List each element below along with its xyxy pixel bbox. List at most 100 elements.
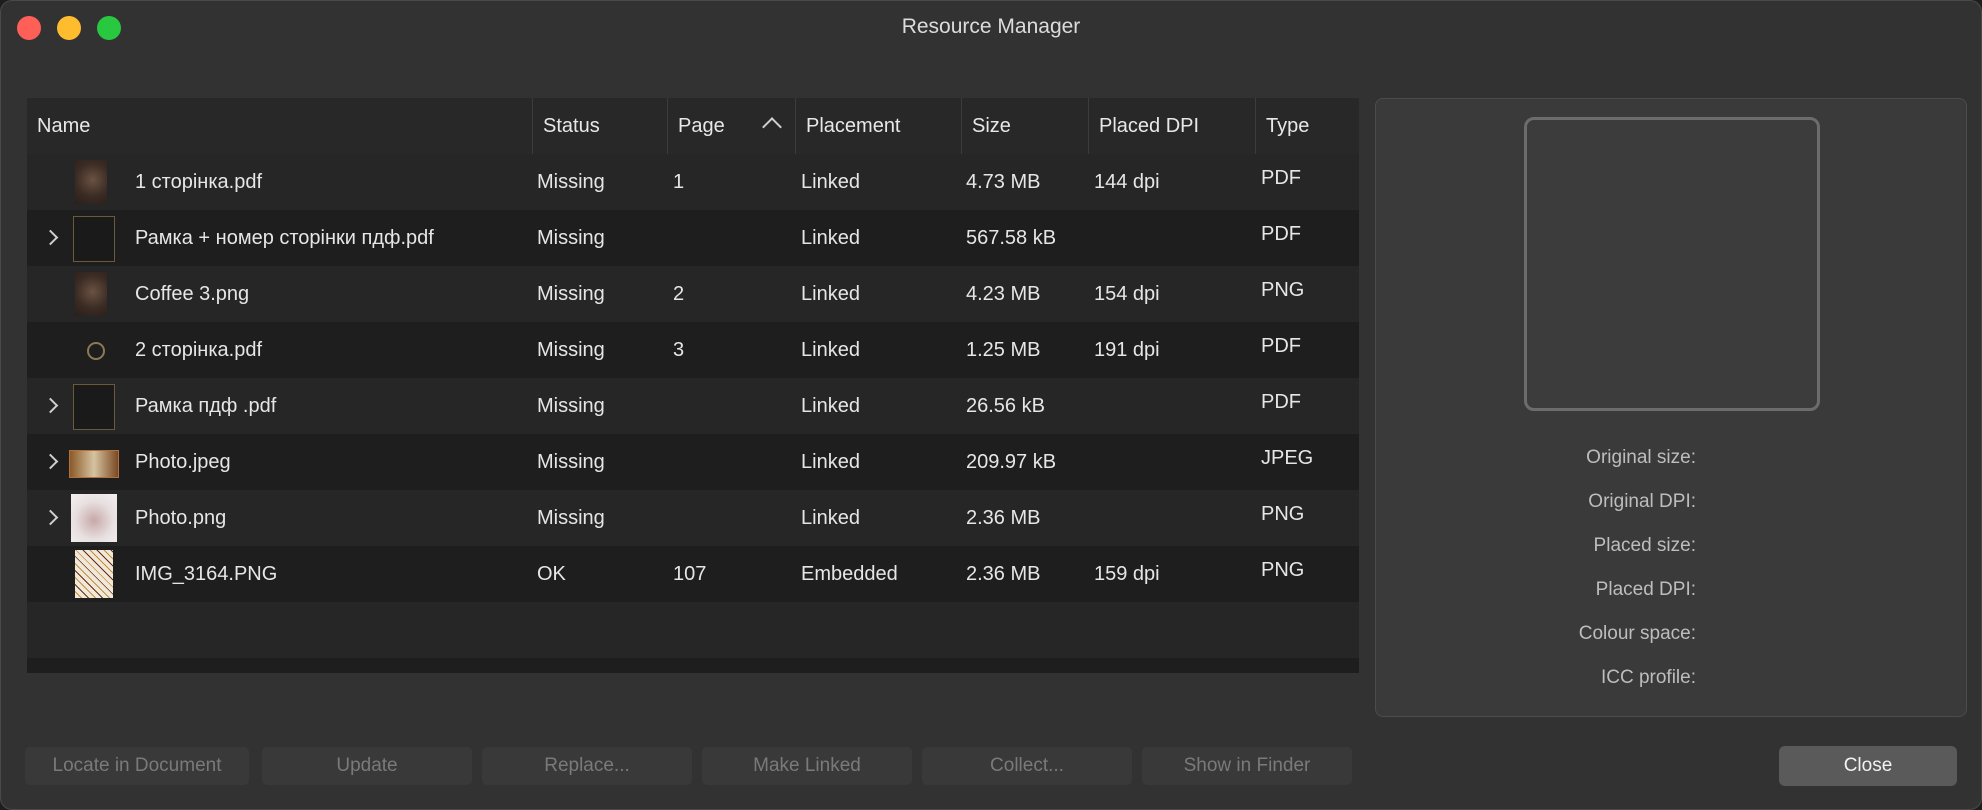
chevron-right-icon[interactable] xyxy=(42,229,59,246)
table-row[interactable]: Рамка + номер сторінки пдф.pdf Missing L… xyxy=(27,210,1359,266)
row-page: 3 xyxy=(673,339,685,361)
row-placement: Linked xyxy=(801,451,860,473)
chevron-right-icon[interactable] xyxy=(42,509,59,526)
row-name: Photo.jpeg xyxy=(135,451,231,473)
close-button[interactable]: Close xyxy=(1779,746,1957,786)
row-placement: Linked xyxy=(801,395,860,417)
row-type: PDF xyxy=(1261,167,1301,189)
column-header-status[interactable]: Status xyxy=(532,98,667,154)
row-page: 2 xyxy=(673,283,685,305)
column-header-status-label: Status xyxy=(543,115,600,137)
update-button[interactable]: Update xyxy=(262,747,472,785)
row-status: Missing xyxy=(537,451,605,473)
collect-button[interactable]: Collect... xyxy=(922,747,1132,785)
column-header-type[interactable]: Type xyxy=(1255,98,1359,154)
row-status: Missing xyxy=(537,227,605,249)
column-header-placed-dpi-label: Placed DPI xyxy=(1099,115,1200,137)
row-status: Missing xyxy=(537,395,605,417)
chevron-up-icon xyxy=(762,117,782,137)
table-row[interactable]: 1 сторінка.pdf Missing 1 Linked 4.73 MB … xyxy=(27,154,1359,210)
row-placed-dpi: 154 dpi xyxy=(1094,283,1160,305)
row-placement: Linked xyxy=(801,283,860,305)
circle-thumbnail xyxy=(87,342,105,360)
row-name: 1 сторінка.pdf xyxy=(135,171,263,193)
row-type: PDF xyxy=(1261,223,1301,245)
frame-thumbnail xyxy=(73,216,115,262)
row-size: 1.25 MB xyxy=(966,339,1041,361)
row-status: OK xyxy=(537,563,566,585)
row-size: 2.36 MB xyxy=(966,507,1041,529)
chevron-right-icon[interactable] xyxy=(42,453,59,470)
row-type: PNG xyxy=(1261,559,1305,581)
img-thumbnail xyxy=(75,550,113,598)
preview-panel: Original size: Original DPI: Placed size… xyxy=(1375,98,1967,717)
row-name: Рамка + номер сторінки пдф.pdf xyxy=(135,227,434,249)
photo-thumbnail xyxy=(69,450,119,478)
row-status: Missing xyxy=(537,507,605,529)
row-status: Missing xyxy=(537,283,605,305)
column-header-page-label: Page xyxy=(678,115,725,137)
window-title: Resource Manager xyxy=(901,15,1081,38)
row-type: PDF xyxy=(1261,391,1301,413)
chevron-right-icon[interactable] xyxy=(42,397,59,414)
table-row[interactable]: Рамка пдф .pdf Missing Linked 26.56 kB P… xyxy=(27,378,1359,434)
row-placed-dpi: 191 dpi xyxy=(1094,339,1160,361)
table-row[interactable]: Photo.jpeg Missing Linked 209.97 kB JPEG xyxy=(27,434,1359,490)
row-placed-dpi: 159 dpi xyxy=(1094,563,1160,585)
column-header-type-label: Type xyxy=(1266,115,1310,137)
column-header-name-label: Name xyxy=(37,115,91,137)
row-placement: Linked xyxy=(801,339,860,361)
row-name: Coffee 3.png xyxy=(135,283,250,305)
row-page: 107 xyxy=(673,563,707,585)
row-placed-dpi: 144 dpi xyxy=(1094,171,1160,193)
coffee-thumbnail xyxy=(75,160,107,204)
row-page: 1 xyxy=(673,171,685,193)
row-type: PNG xyxy=(1261,279,1305,301)
resource-table: Name Status Page Placement Size Placed D… xyxy=(27,98,1359,673)
icc-profile-label: ICC profile: xyxy=(1600,667,1696,688)
row-type: JPEG xyxy=(1261,447,1314,469)
column-header-size-label: Size xyxy=(972,115,1011,137)
coffee-thumbnail xyxy=(75,272,107,316)
row-placement: Embedded xyxy=(801,563,898,585)
column-header-page[interactable]: Page xyxy=(667,98,795,154)
colour-space-label: Colour space: xyxy=(1578,623,1696,644)
column-header-placement[interactable]: Placement xyxy=(795,98,961,154)
placed-size-label: Placed size: xyxy=(1593,535,1696,556)
table-header: Name Status Page Placement Size Placed D… xyxy=(27,98,1359,154)
preview-image xyxy=(1524,117,1820,411)
row-name: 2 сторінка.pdf xyxy=(135,339,263,361)
row-name: Photo.png xyxy=(135,507,227,529)
row-name: IMG_3164.PNG xyxy=(135,563,278,585)
column-header-size[interactable]: Size xyxy=(961,98,1088,154)
original-size-label: Original size: xyxy=(1586,447,1696,468)
row-size: 4.23 MB xyxy=(966,283,1041,305)
table-row[interactable]: Coffee 3.png Missing 2 Linked 4.23 MB 15… xyxy=(27,266,1359,322)
row-size: 4.73 MB xyxy=(966,171,1041,193)
frame-thumbnail xyxy=(73,384,115,430)
row-type: PDF xyxy=(1261,335,1301,357)
table-row[interactable]: Photo.png Missing Linked 2.36 MB PNG xyxy=(27,490,1359,546)
original-dpi-label: Original DPI: xyxy=(1588,491,1696,512)
make-linked-button[interactable]: Make Linked xyxy=(702,747,912,785)
show-in-finder-button[interactable]: Show in Finder xyxy=(1142,747,1352,785)
empty-row xyxy=(27,602,1359,658)
locate-in-document-button[interactable]: Locate in Document xyxy=(25,747,249,785)
row-status: Missing xyxy=(537,171,605,193)
row-type: PNG xyxy=(1261,503,1305,525)
row-placement: Linked xyxy=(801,171,860,193)
row-size: 2.36 MB xyxy=(966,563,1041,585)
column-header-placed-dpi[interactable]: Placed DPI xyxy=(1088,98,1255,154)
table-row[interactable]: 2 сторінка.pdf Missing 3 Linked 1.25 MB … xyxy=(27,322,1359,378)
row-size: 209.97 kB xyxy=(966,451,1057,473)
placed-dpi-label: Placed DPI: xyxy=(1595,579,1696,600)
row-placement: Linked xyxy=(801,227,860,249)
table-row[interactable]: IMG_3164.PNG OK 107 Embedded 2.36 MB 159… xyxy=(27,546,1359,602)
column-header-name[interactable]: Name xyxy=(27,98,532,154)
row-name: Рамка пдф .pdf xyxy=(135,395,277,417)
photo-png-thumbnail xyxy=(71,494,117,542)
replace-button[interactable]: Replace... xyxy=(482,747,692,785)
resource-manager-window: Resource Manager Name Status Page Placem… xyxy=(0,0,1982,810)
title-bar: Resource Manager xyxy=(1,1,1981,55)
row-status: Missing xyxy=(537,339,605,361)
